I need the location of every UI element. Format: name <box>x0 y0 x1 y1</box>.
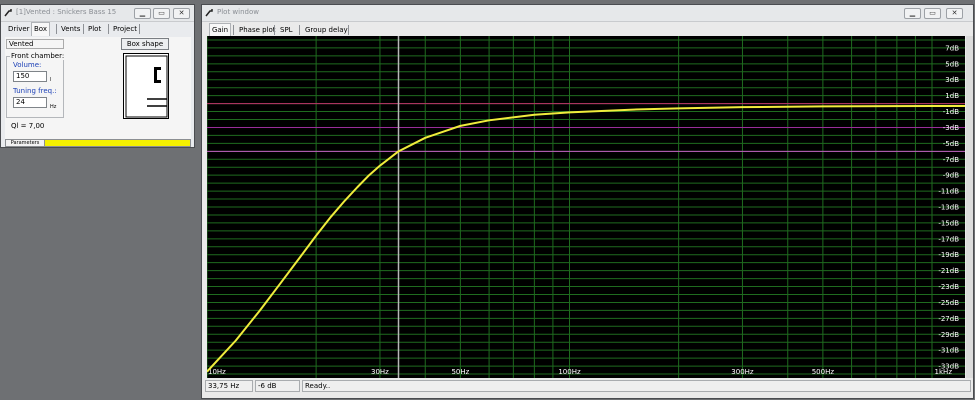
volume-unit: l <box>50 77 52 83</box>
close-button[interactable]: ✕ <box>173 8 190 19</box>
y-tick-label: -5dB <box>943 140 959 148</box>
box-shape-button[interactable]: Box shape <box>121 38 169 50</box>
y-tick-label: 3dB <box>945 76 959 84</box>
x-tick-label: 30Hz <box>371 368 389 376</box>
tab-separator <box>274 25 275 35</box>
plot-window-titlebar[interactable]: Plot window ▁ ▭ ✕ <box>202 5 973 22</box>
status-db: -6 dB <box>255 380 300 392</box>
tab-separator <box>139 24 140 34</box>
x-tick-label: 100Hz <box>558 368 581 376</box>
close-button[interactable]: ✕ <box>946 8 963 19</box>
y-tick-label: -11dB <box>938 188 959 196</box>
tab-phase-plot[interactable]: Phase plot <box>237 24 278 36</box>
tab-driver[interactable]: Driver <box>6 23 32 35</box>
x-tick-label: 1kHz <box>935 368 953 376</box>
box-panel: Vented Box shape Front chamber: Volume: … <box>5 37 191 139</box>
y-tick-label: -13dB <box>938 204 959 212</box>
tab-separator <box>108 24 109 34</box>
volume-input[interactable]: 150 <box>13 71 47 82</box>
tab-spl[interactable]: SPL <box>278 24 295 36</box>
y-tick-label: -29dB <box>938 331 959 339</box>
x-tick-label: 10Hz <box>208 368 226 376</box>
y-tick-label: -7dB <box>943 156 959 164</box>
plot-area[interactable]: 7dB 5dB 3dB 1dB -1dB -3dB -5dB -7dB -9dB -11dB -13… <box>207 36 965 378</box>
tab-box[interactable]: Box <box>31 22 51 36</box>
front-chamber-label: Front chamber: <box>10 52 66 60</box>
tab-separator <box>83 24 84 34</box>
gain-chart: 7dB 5dB 3dB 1dB -1dB -3dB -5dB -7dB -9dB -11dB -13… <box>207 36 965 378</box>
box-window-title: [1]Vented : Snickers Bass 15 <box>16 8 117 16</box>
tab-gain[interactable]: Gain <box>209 23 232 37</box>
x-tick-label: 300Hz <box>731 368 754 376</box>
status-frequency: 33,75 Hz <box>205 380 253 392</box>
status-message: Ready.. <box>302 380 971 392</box>
y-tick-label: 5dB <box>945 60 959 68</box>
x-tick-label: 500Hz <box>812 368 835 376</box>
box-window-titlebar[interactable]: [1]Vented : Snickers Bass 15 ▁ ▭ ✕ <box>1 5 194 22</box>
box-type-select[interactable]: Vented <box>6 39 64 49</box>
y-tick-label: -1dB <box>943 108 959 116</box>
parameters-bar: Parameters <box>5 139 191 147</box>
y-tick-label: -19dB <box>938 251 959 259</box>
tuning-input[interactable]: 24 <box>13 97 47 108</box>
app-icon <box>205 9 213 17</box>
y-tick-label: -15dB <box>938 219 959 227</box>
tuning-unit: Hz <box>50 104 57 110</box>
tab-separator <box>348 25 349 35</box>
y-tick-label: -17dB <box>938 235 959 243</box>
maximize-button[interactable]: ▭ <box>924 8 941 19</box>
tab-project[interactable]: Project <box>111 23 139 35</box>
app-icon <box>4 9 12 17</box>
parameters-tab[interactable]: Parameters <box>6 140 45 146</box>
x-tick-label: 50Hz <box>451 368 469 376</box>
y-tick-label: -25dB <box>938 299 959 307</box>
tab-separator <box>299 25 300 35</box>
minimize-button[interactable]: ▁ <box>904 8 921 19</box>
box-window: [1]Vented : Snickers Bass 15 ▁ ▭ ✕ Drive… <box>0 4 195 148</box>
y-tick-label: -23dB <box>938 283 959 291</box>
volume-label: Volume: <box>13 61 42 69</box>
tab-vents[interactable]: Vents <box>59 23 82 35</box>
tab-separator <box>233 25 234 35</box>
y-tick-label: -27dB <box>938 315 959 323</box>
tab-group-delay[interactable]: Group delay <box>303 24 350 36</box>
plot-window-title: Plot window <box>217 8 259 16</box>
tab-plot[interactable]: Plot <box>86 23 103 35</box>
box-shape-diagram <box>123 53 169 119</box>
tuning-label: Tuning freq.: <box>13 87 57 95</box>
box-tabs: Driver Box Vents Plot Project <box>1 22 194 36</box>
tab-separator <box>56 24 57 34</box>
y-tick-label: 1dB <box>945 92 959 100</box>
y-tick-label: -9dB <box>943 172 959 180</box>
y-tick-label: -21dB <box>938 267 959 275</box>
y-tick-label: -3dB <box>943 124 959 132</box>
y-tick-label: -31dB <box>938 347 959 355</box>
maximize-button[interactable]: ▭ <box>153 8 170 19</box>
ql-value: Ql = 7,00 <box>11 122 45 130</box>
plot-scrollbar[interactable] <box>966 36 973 378</box>
minimize-button[interactable]: ▁ <box>134 8 151 19</box>
y-tick-label: 7dB <box>945 44 959 52</box>
